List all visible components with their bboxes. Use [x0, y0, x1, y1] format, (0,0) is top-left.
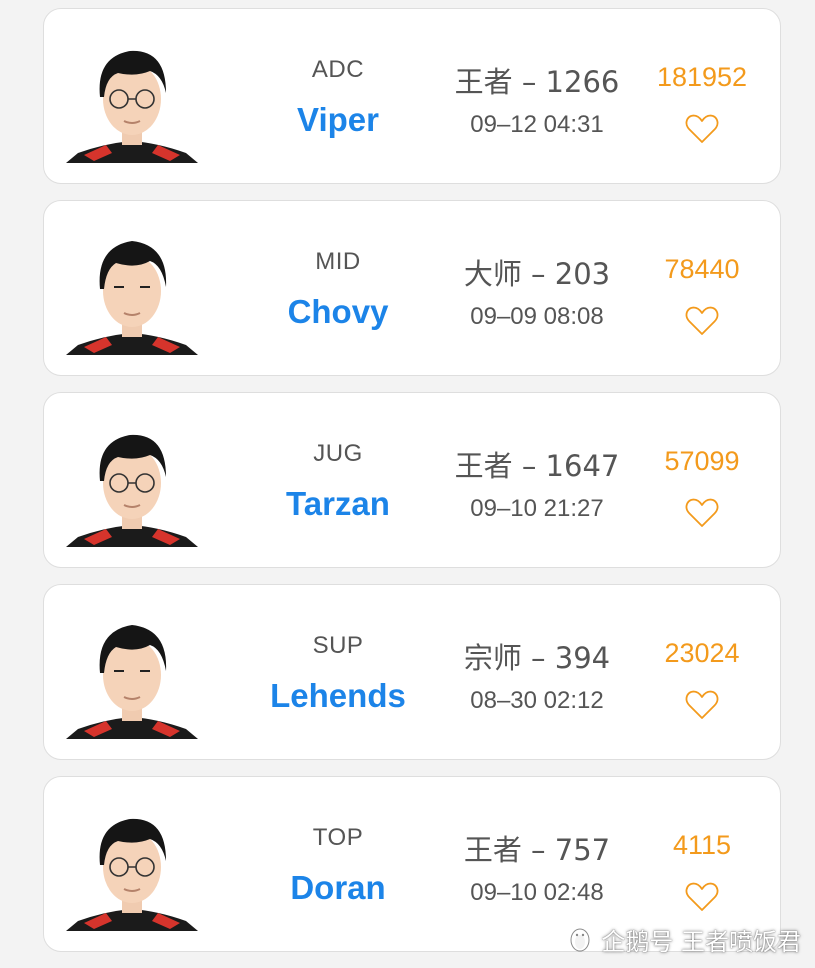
like-count: 78440	[664, 254, 740, 284]
player-rank: 宗师 – 394	[463, 641, 611, 675]
player-card[interactable]: MID Chovy 大师 – 203 09–09 08:08 78440	[43, 200, 781, 376]
heart-outline-icon[interactable]	[685, 881, 719, 913]
player-card[interactable]: ADC Viper 王者 – 1266 09–12 04:31 181952	[43, 8, 781, 184]
player-avatar	[66, 818, 198, 931]
watermark-text: 企鹅号 王者喷饭君	[601, 927, 801, 956]
watermark: 企鹅号 王者喷饭君	[565, 922, 801, 956]
player-avatar	[66, 625, 198, 739]
player-rank: 王者 – 757	[463, 833, 611, 867]
player-card[interactable]: JUG Tarzan 王者 – 1647 09–10 21:27 57099	[43, 392, 781, 568]
heart-outline-icon[interactable]	[685, 689, 719, 721]
like-count: 4115	[672, 830, 732, 860]
player-role: JUG	[313, 440, 363, 467]
like-count: 23024	[664, 638, 740, 668]
player-rank: 王者 – 1266	[454, 65, 620, 99]
heart-outline-icon[interactable]	[685, 497, 719, 529]
heart-outline-icon[interactable]	[685, 305, 719, 337]
player-time: 09–09 08:08	[470, 303, 604, 330]
player-role: SUP	[312, 632, 364, 659]
player-time: 09–10 21:27	[470, 495, 604, 522]
player-card[interactable]: SUP Lehends 宗师 – 394 08–30 02:12 23024	[43, 584, 781, 760]
player-time: 09–12 04:31	[470, 111, 604, 138]
player-name[interactable]: Viper	[208, 101, 468, 139]
player-list: ADC Viper 王者 – 1266 09–12 04:31 181952 M…	[0, 0, 815, 968]
player-rank: 王者 – 1647	[454, 449, 620, 483]
player-name[interactable]: Lehends	[208, 677, 468, 715]
player-avatar	[66, 50, 198, 163]
player-avatar	[66, 241, 198, 355]
player-time: 09–10 02:48	[470, 879, 604, 906]
like-count: 181952	[656, 62, 748, 92]
penguin-logo-icon	[570, 928, 590, 952]
like-count: 57099	[664, 446, 740, 476]
player-name[interactable]: Chovy	[208, 293, 468, 331]
player-role: ADC	[311, 56, 365, 83]
player-name[interactable]: Tarzan	[208, 485, 468, 523]
player-avatar	[66, 434, 198, 547]
player-time: 08–30 02:12	[470, 687, 604, 714]
player-role: MID	[315, 248, 361, 275]
heart-outline-icon[interactable]	[685, 113, 719, 145]
player-rank: 大师 – 203	[463, 257, 611, 291]
player-name[interactable]: Doran	[208, 869, 468, 907]
player-role: TOP	[312, 824, 364, 851]
